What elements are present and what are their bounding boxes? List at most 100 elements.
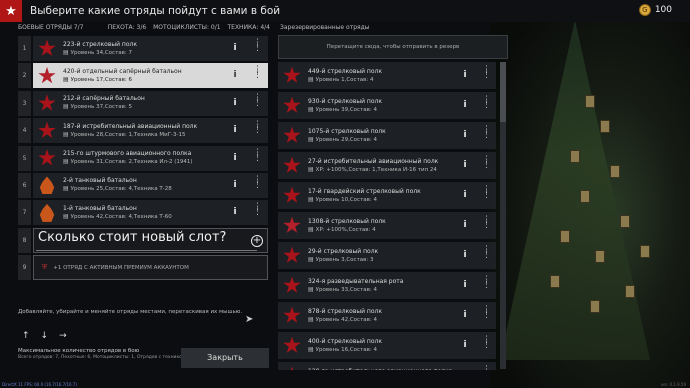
unit-text: 187-й истребительный авиационный полк ▤ Ур… (63, 123, 197, 139)
info-icon[interactable]: i (230, 69, 240, 81)
slot-number: 6 (18, 172, 31, 198)
drag-handle-icon[interactable]: ⋮⋮ (482, 216, 491, 230)
drag-handle-icon[interactable]: ⋮⋮ (482, 126, 491, 140)
reserve-squad-card[interactable]: 449-й стрелковый полк ▤ Уровень 1, Состав:… (278, 62, 496, 89)
reserve-squad-card[interactable]: 324-я разведывательная рота ▤ Уровень 33, … (278, 272, 496, 299)
add-slot-plus-icon[interactable]: + (251, 234, 263, 247)
unit-level: Уровень 28 (70, 131, 104, 138)
squad-card[interactable]: 187-й истребительный авиационный полк ▤ Ур… (33, 118, 268, 144)
info-icon[interactable]: i (230, 42, 240, 54)
info-icon[interactable]: i (460, 99, 470, 111)
drag-handle-icon[interactable]: ⋮⋮ (253, 203, 262, 217)
reserve-squad-card[interactable]: 29-й стрелковый полк ▤ Уровень 3, Состав: … (278, 242, 496, 269)
drag-handle-icon[interactable]: ⋮⋮ (253, 93, 262, 107)
info-icon[interactable]: i (230, 97, 240, 109)
gold-coin-icon: G (638, 4, 651, 16)
reserve-squad-card[interactable]: 1308-й стрелковый полк ▤ XP: +100%, Состав… (278, 212, 496, 239)
unit-level: XP: +100% (315, 226, 347, 233)
emblem-star-icon (283, 66, 301, 83)
close-button[interactable]: Закрыть (181, 348, 269, 368)
unit-level: Уровень 33 (315, 286, 349, 293)
info-icon[interactable]: i (460, 159, 470, 171)
reserve-squad-card[interactable]: 878-й стрелковый полк ▤ Уровень 42, Состав… (278, 302, 496, 329)
premium-slot-card[interactable]: ⛨ +1 ОТРЯД С АКТИВНЫМ ПРЕМИУМ АККАУНТОМ (33, 255, 268, 281)
unit-name: 29-й стрелковый полк (308, 247, 379, 255)
unit-stats: ▤ Уровень 3, Состав: 3 (308, 256, 378, 264)
drag-handle-icon[interactable]: ⋮⋮ (482, 156, 491, 170)
drag-handle-icon[interactable]: ⋮⋮ (253, 121, 262, 135)
drag-handle-icon[interactable]: ⋮⋮ (482, 306, 491, 320)
drag-handle-icon[interactable]: ⋮⋮ (482, 96, 491, 110)
reserve-squad-card[interactable]: 120-го истребительного авиационного полк… (278, 362, 496, 370)
info-icon[interactable]: i (230, 152, 240, 164)
reorder-arrows: ↑ ↓ → (22, 331, 78, 341)
gold-balance: G 100 (638, 4, 672, 16)
unit-emblem-icon (37, 65, 57, 87)
unit-text: 449-й стрелковый полк ▤ Уровень 1, Состав:… (308, 68, 382, 84)
squad-card[interactable]: 420-й отдельный сапёрный батальон ▤ Уровен… (33, 63, 268, 89)
info-icon[interactable]: i (460, 339, 470, 351)
squad-card[interactable]: 1-й танковый батальон ▤ Уровень 42, Состав… (33, 200, 268, 226)
info-icon[interactable]: i (460, 219, 470, 231)
level-icon: ▤ (63, 75, 69, 83)
drag-handle-icon[interactable]: ⋮⋮ (253, 148, 262, 162)
drag-handle-icon[interactable]: ⋮⋮ (482, 186, 491, 200)
reserve-squad-card[interactable]: 930-й стрелковый полк ▤ Уровень 39, Состав… (278, 92, 496, 119)
squad-card[interactable]: 212-й сапёрный батальон ▤ Уровень 37, Сост… (33, 90, 268, 116)
drag-handle-icon[interactable]: ⋮⋮ (482, 66, 491, 80)
info-icon[interactable]: i (460, 279, 470, 291)
premium-lock-icon: ⛨ (42, 263, 48, 272)
squad-slot-empty: 8 Сколько стоит новый слот? + (18, 227, 270, 254)
infantry-count: ПЕХОТА: 3/6 (107, 24, 147, 31)
reserve-squad-card[interactable]: 1075-й стрелковый полк ▤ Уровень 29, Соста… (278, 122, 496, 149)
arrow-down-button[interactable]: ↓ (41, 331, 49, 341)
info-icon[interactable]: i (460, 309, 470, 321)
drag-handle-icon[interactable]: ⋮⋮ (482, 276, 491, 290)
reserve-drop-zone[interactable]: Перетащите сюда, чтобы отправить в резер… (278, 35, 508, 59)
arrow-up-button[interactable]: ↑ (22, 331, 30, 341)
unit-name: 17-й гвардейский стрелковый полк (308, 187, 421, 195)
reserve-scrollbar[interactable] (500, 62, 506, 369)
info-icon[interactable]: i (460, 249, 470, 261)
unit-level: Уровень 34 (70, 49, 104, 56)
info-icon[interactable]: i (460, 129, 470, 141)
reserve-squad-card[interactable]: 17-й гвардейский стрелковый полк ▤ Уровень… (278, 182, 496, 209)
unit-stats: ▤ Уровень 42, Состав: 4, Техника Т-60 (63, 213, 172, 221)
info-icon[interactable]: i (460, 369, 470, 370)
drag-handle-icon[interactable]: ⋮⋮ (482, 366, 491, 371)
slot-number: 8 (18, 227, 31, 253)
unit-text: 223-й стрелковый полк ▤ Уровень 34, Состав… (63, 41, 137, 57)
slot-number: 2 (18, 63, 31, 89)
info-icon[interactable]: i (460, 189, 470, 201)
drag-handle-icon[interactable]: ⋮⋮ (253, 66, 262, 80)
info-icon[interactable]: i (230, 124, 240, 136)
info-icon[interactable]: i (230, 179, 240, 191)
unit-composition: Состав: 4 (349, 106, 377, 113)
unit-vehicle: Техника И-16 тип 24 (377, 166, 437, 173)
squad-card[interactable]: 215-го штурмового авиационного полка ▤ Уро… (33, 145, 268, 171)
squad-card[interactable]: 2-й танковый батальон ▤ Уровень 25, Состав… (33, 172, 268, 198)
unit-level: Уровень 17 (70, 76, 104, 83)
reserve-squad-card[interactable]: 27-й истребительный авиационный полк ▤ XP:… (278, 152, 496, 179)
unit-vehicle: Техника Ил-2 (1941) (133, 159, 193, 166)
info-icon[interactable]: i (460, 69, 470, 81)
drag-handle-icon[interactable]: ⋮⋮ (253, 175, 262, 189)
empty-slot-card[interactable]: Сколько стоит новый слот? + (33, 227, 268, 253)
drag-handle-icon[interactable]: ⋮⋮ (482, 246, 491, 260)
drag-handle-icon[interactable]: ⋮⋮ (253, 39, 262, 53)
squad-card[interactable]: 223-й стрелковый полк ▤ Уровень 34, Состав… (33, 36, 268, 61)
level-icon: ▤ (308, 225, 314, 233)
scrollbar-thumb[interactable] (500, 62, 506, 122)
emblem-star-icon (39, 203, 55, 222)
info-icon[interactable]: i (230, 206, 240, 218)
drag-handle-icon[interactable]: ⋮⋮ (482, 336, 491, 350)
reserve-squad-card[interactable]: 400-й стрелковый полк ▤ Уровень 16, Состав… (278, 332, 496, 359)
unit-composition: Состав: 4 (349, 346, 377, 353)
unit-emblem-icon (282, 305, 302, 327)
emblem-star-icon (38, 149, 56, 166)
arrow-right-button[interactable]: → (59, 331, 67, 341)
unit-level: Уровень 31 (70, 159, 104, 166)
unit-composition: Состав: 4 (349, 196, 377, 203)
unit-emblem-icon (282, 365, 302, 370)
squad-type-counts: ПЕХОТА: 3/6 МОТОЦИКЛИСТЫ: 0/1 ТЕХНИКА: 4… (103, 24, 270, 34)
